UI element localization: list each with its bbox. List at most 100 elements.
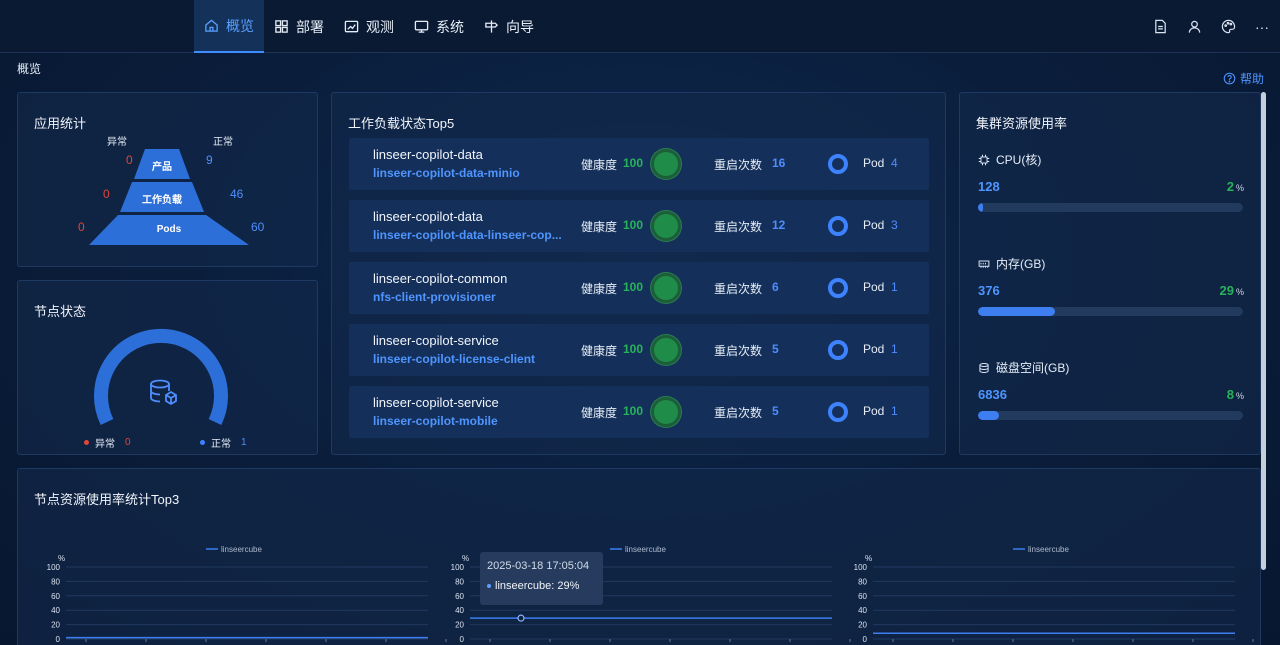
resource-percent: 8% [1227, 387, 1244, 402]
health-label: 健康度 [581, 158, 618, 172]
restart-value: 16 [772, 156, 786, 170]
workload-name[interactable]: linseer-copilot-data-minio [373, 166, 573, 180]
help-link[interactable]: 帮助 [1223, 70, 1264, 87]
resource-bar-fill [978, 411, 1000, 420]
workload-name[interactable]: linseer-copilot-mobile [373, 414, 573, 428]
percent-unit: % [1235, 391, 1244, 401]
pod-label: Pod [863, 280, 885, 294]
workload-row[interactable]: linseer-copilot-data linseer-copilot-data… [349, 138, 929, 190]
resource-bar [978, 203, 1243, 212]
top-bar: 概览 部署 观测 系统 向导 ··· [0, 0, 1280, 53]
abnormal-count: 0 [125, 437, 131, 448]
breadcrumb: 概览 [17, 62, 42, 76]
legend-normal: 正常 1 [200, 435, 247, 450]
pod-value: 1 [891, 404, 898, 418]
nav-item-guide[interactable]: 向导 [474, 0, 544, 53]
workload-name[interactable]: linseer-copilot-license-client [373, 352, 573, 366]
more-icon[interactable]: ··· [1254, 19, 1270, 35]
memory-icon [978, 258, 990, 270]
chart-icon [344, 20, 359, 33]
legend-abnormal: 异常 0 [84, 435, 131, 450]
resource-bar-fill [978, 307, 1055, 316]
resource-percent-value: 29 [1219, 283, 1234, 298]
main-nav: 概览 部署 观测 系统 向导 [194, 0, 544, 53]
resource-bar [978, 411, 1243, 420]
pod-value: 3 [891, 218, 898, 232]
app-stats-card: 应用统计 异常 正常 产品 工作负载 Pods 0 9 0 46 0 60 [17, 92, 318, 267]
workload-row[interactable]: linseer-copilot-common nfs-client-provisi… [349, 262, 929, 314]
guide-icon [485, 20, 499, 33]
workload-row[interactable]: linseer-copilot-service linseer-copilot-l… [349, 324, 929, 376]
normal-label: 正常 [211, 439, 231, 450]
nav-item-system[interactable]: 系统 [404, 0, 474, 53]
resource-percent-value: 2 [1226, 179, 1234, 194]
resource-bar [978, 307, 1243, 316]
workload-normal: 46 [230, 187, 244, 201]
abnormal-dot [84, 440, 89, 445]
abnormal-label: 异常 [95, 439, 115, 450]
restart-label: 重启次数 [714, 282, 763, 296]
pyramid [89, 149, 249, 245]
home-icon [205, 19, 218, 32]
health-indicator [651, 397, 681, 427]
pod-ring-icon [828, 278, 848, 298]
resource-value: 6836 [978, 387, 1007, 402]
restart-value: 5 [772, 342, 779, 356]
monitor-icon [414, 20, 429, 33]
help-label: 帮助 [1239, 72, 1264, 86]
cpu-icon [978, 154, 990, 166]
health-label: 健康度 [581, 344, 618, 358]
pyramid-label: 工作负载 [142, 195, 182, 206]
tooltip-value: linseercube: 29% [487, 580, 596, 592]
restart-value: 5 [772, 404, 779, 418]
pods-abnormal: 0 [78, 220, 85, 234]
workload-row[interactable]: linseer-copilot-data linseer-copilot-data… [349, 200, 929, 252]
document-icon[interactable] [1152, 19, 1168, 35]
pod-value: 1 [891, 342, 898, 356]
workload-namespace: linseer-copilot-data [373, 209, 483, 224]
pod-ring-icon [828, 340, 848, 360]
health-value: 100 [623, 156, 644, 170]
workload-card: 工作负载状态Top5 linseer-copilot-data linseer-c… [331, 92, 946, 455]
restart-value: 6 [772, 280, 779, 294]
pyramid-label: 产品 [152, 162, 172, 173]
resource-bar-fill [978, 203, 984, 212]
restart-label: 重启次数 [714, 344, 763, 358]
nav-label: 概览 [226, 17, 254, 34]
workload-namespace: linseer-copilot-common [373, 271, 508, 286]
health-value: 100 [623, 404, 644, 418]
workload-name[interactable]: linseer-copilot-data-linseer-cop... [373, 228, 573, 242]
restart-value: 12 [772, 218, 786, 232]
node-usage-card: 节点资源使用率统计Top3 [17, 468, 1261, 645]
health-label: 健康度 [581, 220, 618, 234]
resource-label-text: CPU(核) [996, 153, 1042, 167]
pyramid-label: Pods [156, 224, 182, 235]
disk-icon [978, 362, 990, 374]
workload-namespace: linseer-copilot-data [373, 147, 483, 162]
nav-label: 部署 [296, 18, 324, 35]
workload-row[interactable]: linseer-copilot-service linseer-copilot-m… [349, 386, 929, 438]
node-status-card: 节点状态 异常 0 正常 1 [17, 280, 318, 455]
pod-label: Pod [863, 218, 885, 232]
card-title: 工作负载状态Top5 [348, 116, 455, 131]
health-indicator [651, 335, 681, 365]
pod-ring-icon [828, 402, 848, 422]
pod-label: Pod [863, 156, 885, 170]
user-icon[interactable] [1186, 19, 1202, 35]
normal-dot [200, 440, 205, 445]
palette-icon[interactable] [1220, 19, 1236, 35]
page-scrollbar[interactable] [1261, 92, 1266, 570]
resource-label: 内存(GB) [978, 255, 1045, 272]
nav-label: 向导 [506, 18, 534, 35]
workload-namespace: linseer-copilot-service [373, 395, 499, 410]
resource-percent: 29% [1220, 283, 1244, 298]
health-value: 100 [623, 280, 644, 294]
nav-item-observe[interactable]: 观测 [334, 0, 404, 53]
toolbar: ··· [1152, 0, 1270, 53]
workload-name[interactable]: nfs-client-provisioner [373, 290, 573, 304]
normal-count: 1 [241, 437, 247, 448]
percent-unit: % [1235, 287, 1244, 297]
nav-item-overview[interactable]: 概览 [194, 0, 264, 53]
series-dot [487, 584, 491, 589]
nav-item-deploy[interactable]: 部署 [264, 0, 334, 53]
